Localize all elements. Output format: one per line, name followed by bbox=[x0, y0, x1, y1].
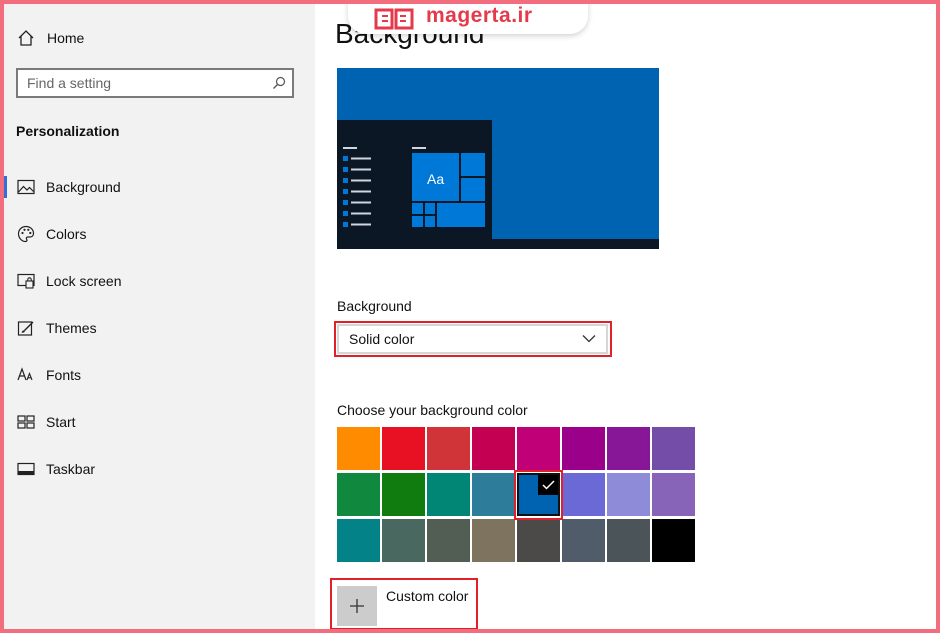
color-swatch[interactable] bbox=[562, 519, 605, 562]
desktop-preview: Aa bbox=[337, 68, 659, 249]
search-icon[interactable] bbox=[272, 76, 286, 90]
search-input[interactable] bbox=[18, 70, 267, 96]
image-icon bbox=[16, 177, 36, 197]
color-swatch[interactable] bbox=[472, 519, 515, 562]
color-swatch[interactable] bbox=[382, 519, 425, 562]
sidebar-item-fonts[interactable]: Fonts bbox=[4, 360, 315, 390]
color-swatch[interactable] bbox=[382, 427, 425, 470]
color-swatch[interactable] bbox=[607, 473, 650, 516]
color-swatch[interactable] bbox=[517, 473, 560, 516]
sidebar-item-taskbar[interactable]: Taskbar bbox=[4, 454, 315, 484]
sidebar-item-label: Taskbar bbox=[46, 461, 96, 477]
preview-tile-label: Aa bbox=[427, 171, 445, 187]
sidebar-item-background[interactable]: Background bbox=[4, 172, 315, 202]
sidebar-item-label: Start bbox=[46, 414, 76, 430]
sidebar-item-start[interactable]: Start bbox=[4, 407, 315, 437]
watermark-text: magerta.ir bbox=[426, 4, 533, 27]
book-logo-icon bbox=[374, 8, 414, 30]
sidebar-item-lock-screen[interactable]: Lock screen bbox=[4, 266, 315, 296]
custom-color-button[interactable] bbox=[337, 586, 377, 626]
color-swatch[interactable] bbox=[427, 473, 470, 516]
sidebar-item-label: Colors bbox=[46, 226, 87, 242]
sidebar-item-themes[interactable]: Themes bbox=[4, 313, 315, 343]
color-swatch[interactable] bbox=[517, 519, 560, 562]
color-swatch[interactable] bbox=[427, 519, 470, 562]
palette-icon bbox=[16, 224, 36, 244]
chevron-down-icon bbox=[582, 335, 596, 343]
color-swatch[interactable] bbox=[337, 473, 380, 516]
color-label: Choose your background color bbox=[337, 402, 528, 418]
section-title: Personalization bbox=[16, 123, 120, 139]
background-label: Background bbox=[337, 298, 412, 314]
color-swatch[interactable] bbox=[382, 473, 425, 516]
background-dropdown[interactable]: Solid color bbox=[337, 324, 608, 354]
background-dropdown-value: Solid color bbox=[349, 331, 415, 347]
font-icon bbox=[16, 365, 36, 385]
color-swatch[interactable] bbox=[607, 427, 650, 470]
preview-start-menu: Aa bbox=[337, 120, 492, 239]
checkmark-icon bbox=[538, 475, 558, 495]
watermark: magerta.ir bbox=[348, 0, 588, 34]
sidebar-item-label: Fonts bbox=[46, 367, 82, 383]
main-content: Background bbox=[315, 4, 936, 630]
taskbar-icon bbox=[16, 459, 36, 479]
sidebar: Home Personalization Background Colors L… bbox=[4, 4, 315, 629]
lock-screen-icon bbox=[16, 271, 36, 291]
sidebar-item-colors[interactable]: Colors bbox=[4, 219, 315, 249]
color-swatch[interactable] bbox=[652, 519, 695, 562]
brush-icon bbox=[16, 318, 36, 338]
custom-color-label: Custom color bbox=[386, 588, 469, 604]
color-swatch[interactable] bbox=[337, 519, 380, 562]
start-icon bbox=[16, 412, 36, 432]
color-swatch[interactable] bbox=[652, 427, 695, 470]
search-box[interactable] bbox=[16, 68, 294, 98]
color-swatch[interactable] bbox=[517, 427, 560, 470]
color-swatch[interactable] bbox=[607, 519, 650, 562]
color-swatch[interactable] bbox=[427, 427, 470, 470]
color-swatch[interactable] bbox=[337, 427, 380, 470]
sidebar-home[interactable]: Home bbox=[4, 23, 315, 53]
color-swatch[interactable] bbox=[472, 473, 515, 516]
color-swatch[interactable] bbox=[652, 473, 695, 516]
plus-icon bbox=[350, 599, 364, 613]
sidebar-item-label: Background bbox=[46, 179, 121, 195]
preview-taskbar bbox=[337, 239, 659, 249]
color-swatch[interactable] bbox=[472, 427, 515, 470]
sidebar-item-label: Lock screen bbox=[46, 273, 122, 289]
sidebar-item-label: Themes bbox=[46, 320, 97, 336]
color-swatch[interactable] bbox=[562, 427, 605, 470]
preview-start-menu-graphic bbox=[343, 147, 485, 227]
home-icon bbox=[16, 28, 36, 48]
color-swatch[interactable] bbox=[562, 473, 605, 516]
home-label: Home bbox=[47, 30, 85, 46]
